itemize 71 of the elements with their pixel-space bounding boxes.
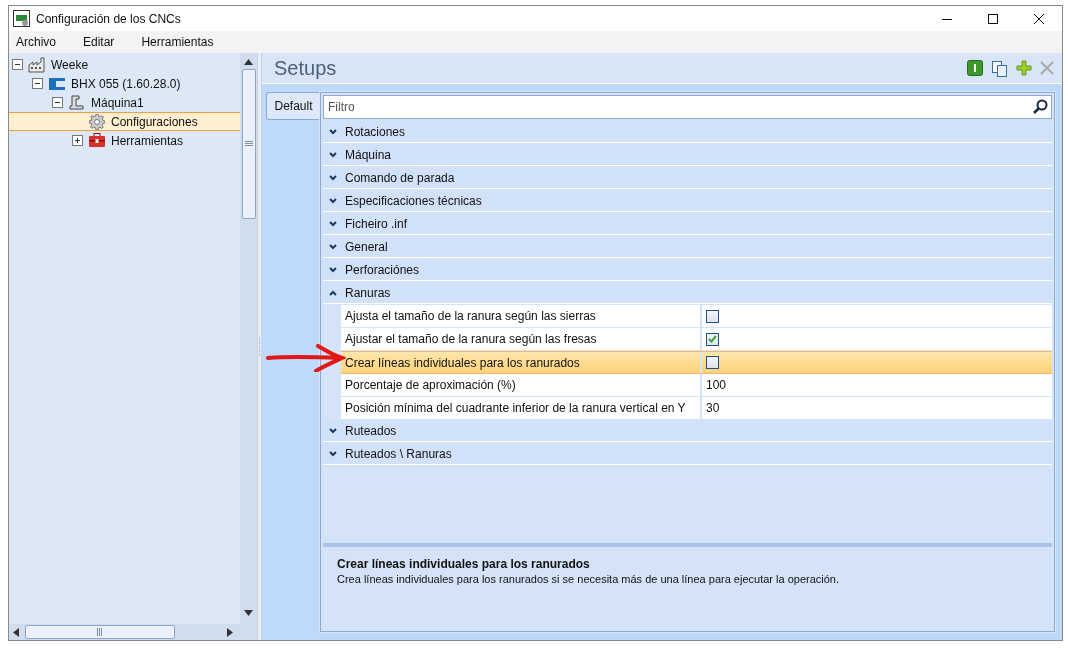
category-label: Perforaciónes (345, 262, 420, 277)
checkbox[interactable] (706, 332, 719, 346)
property-row[interactable]: Ajustar el tamaño de la ranura según las fresas (341, 328, 1052, 351)
tree-item[interactable]: Configuraciones (9, 112, 240, 131)
scrollbar-thumb[interactable] (241, 69, 256, 219)
property-row[interactable]: Porcentaje de aproximación (%) 100 (341, 374, 1052, 397)
window-title: Configuración de los CNCs (36, 11, 182, 26)
tab[interactable]: Default (266, 92, 320, 120)
property-row[interactable]: Ajusta el tamaño de la ranura según las sierras (341, 305, 1052, 328)
maximize-icon[interactable] (988, 13, 998, 24)
category-label: Rotaciones (345, 124, 406, 139)
checkbox[interactable] (706, 356, 719, 369)
info-icon[interactable] (967, 60, 983, 76)
property-value: 100 (706, 378, 727, 392)
gear-icon (89, 113, 105, 130)
collapse-icon[interactable] (32, 78, 43, 89)
description-title: Crear líneas individuales para los ranurados (337, 557, 591, 571)
close-icon[interactable] (1034, 13, 1044, 24)
chevron-down-icon (329, 427, 337, 434)
chevron-down-icon (329, 220, 337, 227)
description-text: Crea líneas individuales para los ranurados si se necesita más de una línea para ejecutar la operación. (337, 573, 841, 585)
splitter-grip-icon[interactable] (258, 336, 261, 357)
app-icon (13, 10, 30, 27)
chevron-down-icon (329, 128, 337, 135)
factory-icon (28, 56, 46, 73)
category-label: Ruteados \ Ranuras (345, 446, 452, 461)
menu-item[interactable]: Archivo (16, 35, 65, 49)
property-label: Posición mínima del cuadrante inferior de la ranura vertical en Y (345, 401, 686, 415)
chevron-down-icon (329, 174, 337, 181)
panel-title: Setups (274, 56, 338, 80)
filter-field[interactable]: Filtro (323, 95, 1052, 119)
scroll-down-icon[interactable] (244, 610, 253, 616)
property-value: 30 (706, 401, 720, 415)
property-row[interactable]: Crear líneas individuales para los ranurados (341, 351, 1052, 374)
tree-item[interactable]: BHX 055 (1.60.28.0) (9, 74, 240, 93)
category-label: Especificaciones técnicas (345, 193, 482, 208)
copy-icon[interactable] (991, 59, 1008, 77)
machine-icon (69, 94, 85, 111)
property-label: Ajusta el tamaño de la ranura según las sierras (345, 309, 596, 323)
category-label: Ranuras (345, 285, 391, 300)
chevron-up-icon (329, 289, 337, 296)
menu-item[interactable]: Herramientas (141, 35, 223, 49)
collapse-icon[interactable] (52, 97, 63, 108)
menu-item[interactable]: Editar (83, 35, 124, 49)
toolbox-icon (88, 133, 106, 148)
scroll-up-icon[interactable] (244, 59, 253, 65)
tree-item[interactable]: Weeke (9, 55, 240, 74)
machine-icon (48, 76, 66, 91)
property-row[interactable]: Posición mínima del cuadrante inferior de la ranura vertical en Y 30 (341, 397, 1052, 420)
expand-icon[interactable] (72, 135, 83, 146)
category-label: Ficheiro .inf (345, 216, 408, 231)
checkbox[interactable] (706, 309, 719, 323)
category-label: General (345, 239, 388, 254)
scroll-right-icon[interactable] (227, 627, 233, 637)
search-icon[interactable] (1032, 99, 1048, 115)
scrollbar-thumb[interactable] (25, 625, 175, 639)
tree-item[interactable]: Máquina1 (9, 93, 240, 112)
category-label: Comando de parada (345, 170, 455, 185)
property-label: Crear líneas individuales para los ranurados (345, 355, 580, 370)
chevron-down-icon (329, 151, 337, 158)
chevron-down-icon (329, 243, 337, 250)
scroll-left-icon[interactable] (13, 627, 19, 637)
category-label: Ruteados (345, 423, 397, 438)
chevron-down-icon (329, 450, 337, 457)
property-label: Ajustar el tamaño de la ranura según las fresas (345, 332, 597, 346)
chevron-down-icon (329, 197, 337, 204)
category-label: Máquina (345, 147, 392, 162)
collapse-icon[interactable] (12, 59, 23, 70)
chevron-down-icon (329, 266, 337, 273)
tree-item[interactable]: Herramientas (9, 131, 240, 150)
property-label: Porcentaje de aproximación (%) (345, 378, 516, 392)
